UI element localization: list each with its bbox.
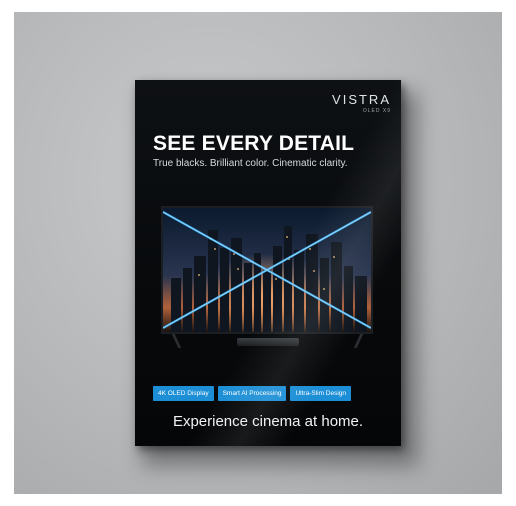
feature-badge-display: 4K OLED Display: [153, 386, 214, 401]
tv-illustration: [161, 206, 373, 334]
tv-stand-right: [353, 334, 364, 348]
soundbar: [237, 338, 299, 346]
brand-logo: VISTRA OLED X9: [332, 92, 391, 114]
poster-headline: SEE EVERY DETAIL: [153, 132, 355, 155]
brand-model: OLED X9: [362, 108, 391, 114]
city-skyline-image: [163, 208, 371, 332]
poster-tagline: Experience cinema at home.: [172, 413, 364, 430]
brand-name: VISTRA: [332, 92, 391, 107]
poster-subheadline: True blacks. Brilliant color. Cinematic …: [153, 158, 348, 169]
tv-stand-left: [171, 334, 182, 348]
feature-badges: 4K OLED Display Smart AI Processing Ultr…: [153, 386, 352, 401]
feature-badge-ai: Smart AI Processing: [217, 386, 287, 401]
feature-badge-design: Ultra-Slim Design: [290, 386, 352, 401]
poster: VISTRA OLED X9 SEE EVERY DETAIL True bla…: [135, 80, 401, 446]
